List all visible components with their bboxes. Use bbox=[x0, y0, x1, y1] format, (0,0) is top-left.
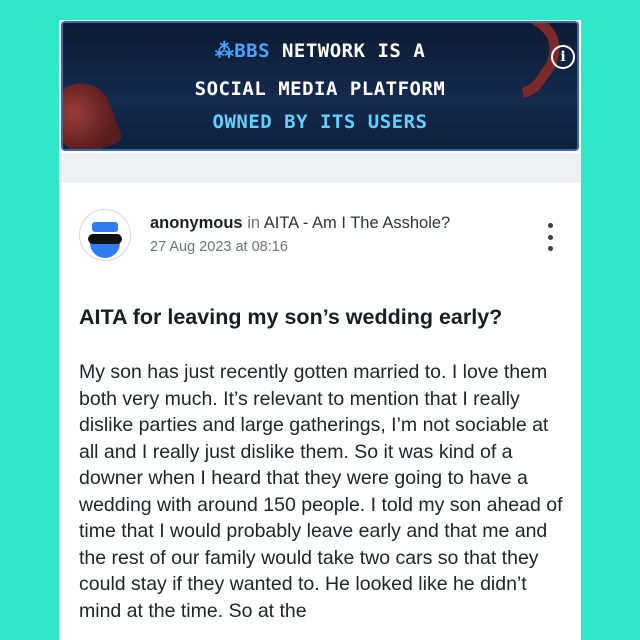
ad-banner[interactable]: ⁂BBS NETWORK IS A SOCIAL MEDIA PLATFORM … bbox=[59, 20, 581, 153]
ad-banner-image[interactable]: ⁂BBS NETWORK IS A SOCIAL MEDIA PLATFORM … bbox=[61, 21, 579, 151]
author-name[interactable]: anonymous bbox=[150, 214, 243, 232]
avatar-glasses bbox=[88, 234, 122, 244]
avatar[interactable] bbox=[79, 209, 131, 261]
section-divider bbox=[59, 153, 581, 183]
in-label: in bbox=[247, 214, 261, 232]
post-body: My son has just recently gotten married … bbox=[79, 361, 563, 622]
post-meta: anonymous in AITA - Am I The Asshole? bbox=[150, 214, 450, 233]
post-timestamp: 27 Aug 2023 at 08:16 bbox=[150, 239, 288, 255]
vertical-ellipsis-icon[interactable] bbox=[547, 223, 553, 251]
post-title[interactable]: AITA for leaving my son’s wedding early? bbox=[79, 305, 559, 330]
info-icon[interactable]: i bbox=[551, 45, 575, 69]
ad-headline-line3: OWNED BY ITS USERS bbox=[212, 111, 428, 133]
ad-headline-line1: ⁂BBS NETWORK IS A bbox=[214, 40, 426, 62]
bbs-logo: ⁂BBS bbox=[214, 40, 271, 62]
community-link[interactable]: AITA - Am I The Asshole? bbox=[264, 214, 450, 232]
ad-headline-line2: SOCIAL MEDIA PLATFORM bbox=[194, 78, 446, 100]
avatar-hat bbox=[92, 222, 118, 232]
phone-screen: ⁂BBS NETWORK IS A SOCIAL MEDIA PLATFORM … bbox=[59, 20, 581, 640]
